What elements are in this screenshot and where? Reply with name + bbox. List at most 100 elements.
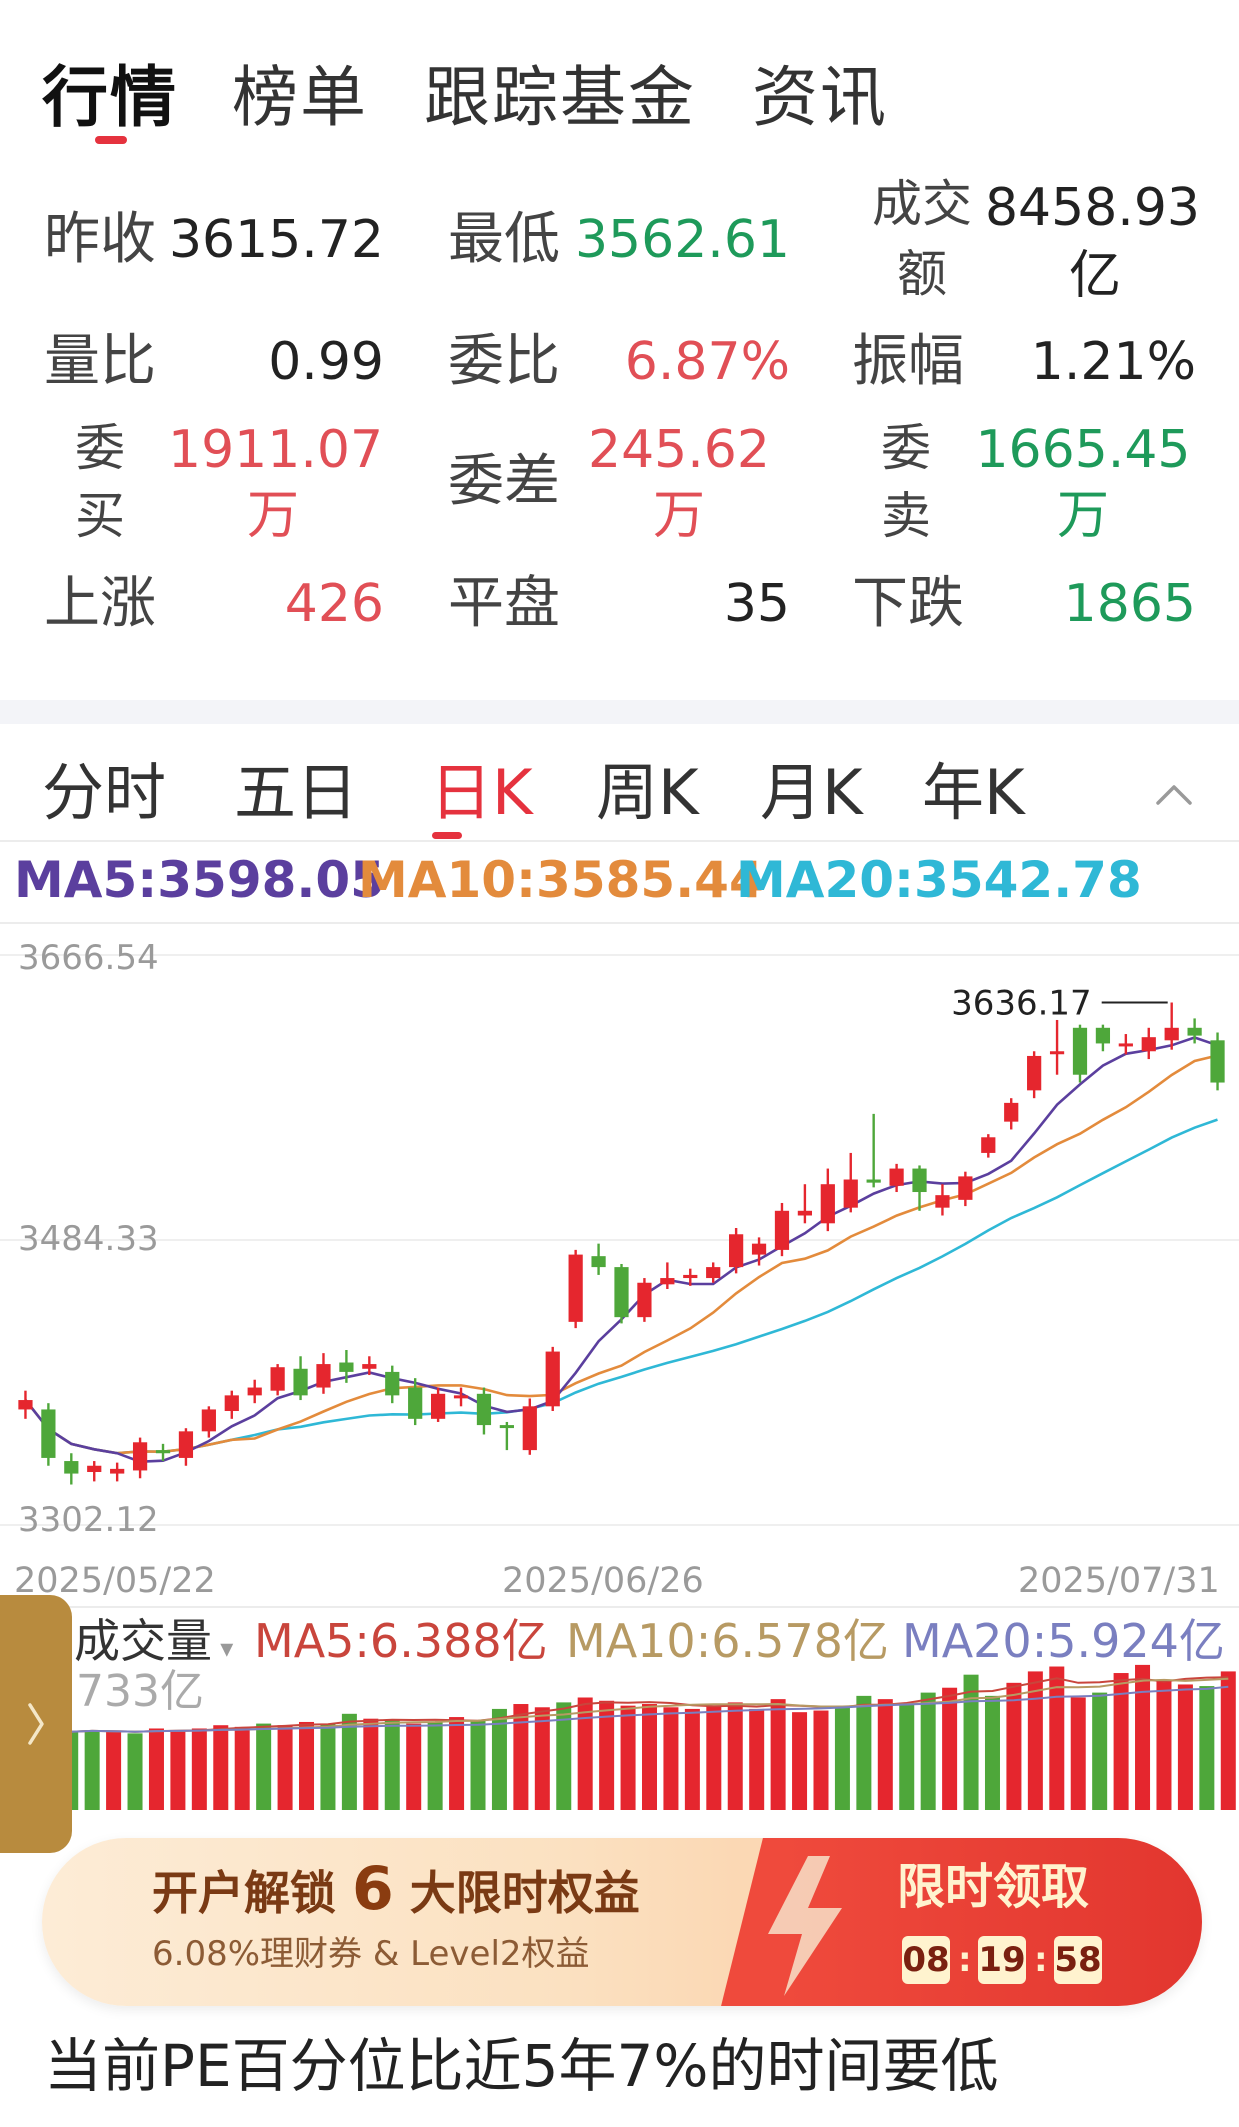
candle-body <box>1164 1027 1179 1041</box>
candle-body <box>729 1234 744 1268</box>
tab-monthly-k[interactable]: 月K <box>760 755 863 831</box>
ask-value: 1665.45 <box>975 420 1191 480</box>
tab-weekly-k[interactable]: 周K <box>596 755 699 831</box>
tab-yearly-k[interactable]: 年K <box>922 755 1025 831</box>
tab-active-indicator <box>95 136 127 144</box>
volume-bar <box>942 1687 958 1810</box>
candle-body <box>87 1465 102 1473</box>
volume-ma20: MA20:5.924亿 <box>902 1614 1225 1668</box>
bid-label-bottom: 买 <box>75 487 125 545</box>
promo-banner[interactable]: 开户解锁 6 大限时权益 6.08%理财券 & Level2权益 限时领取 08… <box>42 1838 1202 2006</box>
volume-bar <box>856 1695 872 1810</box>
candle-body <box>935 1195 950 1208</box>
volume-ratio-label: 量比 <box>44 329 156 394</box>
chart-tabs-divider <box>0 840 1239 842</box>
candle-body <box>981 1137 996 1153</box>
candle-body <box>178 1431 194 1458</box>
volume-bar <box>127 1733 143 1810</box>
high-marker-label: 3636.17 <box>951 984 1092 1024</box>
candle-body <box>614 1267 629 1318</box>
tab-intraday[interactable]: 分时 <box>42 755 166 831</box>
candle-body <box>545 1351 560 1407</box>
candle-body <box>18 1400 33 1410</box>
volume-bar <box>106 1731 122 1810</box>
price-axis-bottom: 3302.12 <box>18 1500 159 1540</box>
candle-body <box>201 1409 216 1432</box>
candle-body <box>958 1176 973 1200</box>
candle-body <box>64 1461 79 1474</box>
ma5-legend: MA5:3598.05 <box>14 851 385 909</box>
volume-bar <box>170 1730 186 1810</box>
volume-bar <box>577 1697 593 1810</box>
legend-divider <box>0 922 1239 924</box>
tab-five-day[interactable]: 五日 <box>234 755 358 831</box>
volume-bar <box>770 1699 786 1810</box>
candle-body <box>866 1179 881 1183</box>
up-count: 426 <box>284 574 384 634</box>
candle-body <box>568 1254 583 1322</box>
candle-body <box>1187 1027 1202 1036</box>
candle-body <box>1141 1037 1156 1052</box>
lightning-icon <box>768 1856 842 1996</box>
candle-body <box>453 1395 469 1399</box>
down-label: 下跌 <box>852 571 964 636</box>
candle-body <box>1210 1040 1225 1083</box>
commission-ratio-value: 6.87% <box>624 332 790 392</box>
volume-bar <box>534 1707 550 1810</box>
timer-colon: : <box>1034 1940 1048 1980</box>
diff-unit: 万 <box>652 486 705 546</box>
turnover-value: 8458.93 <box>984 178 1200 238</box>
volume-bar <box>299 1721 315 1810</box>
candlestick-chart[interactable]: 3636.17 <box>0 930 1239 1550</box>
tab-ranking[interactable]: 榜单 <box>232 58 368 138</box>
diff-value: 245.62 <box>588 420 770 480</box>
tab-tracking-funds[interactable]: 跟踪基金 <box>424 58 696 138</box>
tab-daily-k[interactable]: 日K <box>430 755 533 831</box>
banner-title-suffix: 大限时权益 <box>409 1866 640 1920</box>
down-count: 1865 <box>1063 574 1196 634</box>
candle-body <box>41 1409 56 1458</box>
candle-body <box>843 1179 858 1208</box>
ma10-line <box>24 1054 1218 1455</box>
tab-daily-k-indicator <box>432 832 462 839</box>
volume-bar <box>620 1705 636 1810</box>
candle-body <box>247 1387 262 1396</box>
volume-bar <box>984 1695 1000 1810</box>
candle-body <box>889 1168 904 1186</box>
ma10-legend: MA10:3585.44 <box>358 851 764 909</box>
volume-bar <box>427 1721 443 1810</box>
candle-body <box>155 1450 171 1454</box>
dropdown-caret-icon: ▾ <box>212 1634 234 1664</box>
amplitude-value: 1.21% <box>1030 332 1196 392</box>
volume-bar <box>234 1726 250 1810</box>
volume-bar <box>1156 1679 1172 1810</box>
volume-divider <box>0 1606 1239 1608</box>
date-axis-mid: 2025/06/26 <box>502 1561 704 1601</box>
chevron-up-icon[interactable] <box>1150 775 1198 815</box>
ask-unit: 万 <box>1056 486 1109 546</box>
pe-percentile-headline[interactable]: 当前PE百分位比近5年7%的时间要低 <box>44 2028 999 2104</box>
volume-bar <box>363 1718 379 1810</box>
volume-ma10: MA10:6.578亿 <box>566 1614 889 1668</box>
candle-body <box>706 1267 721 1279</box>
volume-bar <box>1199 1686 1215 1810</box>
turnover-unit: 亿 <box>1068 246 1121 306</box>
ask-label-top: 委 <box>881 419 931 477</box>
price-axis-mid: 3484.33 <box>18 1219 159 1259</box>
tab-news[interactable]: 资讯 <box>752 58 888 138</box>
volume-bar <box>1220 1671 1236 1810</box>
volume-bar <box>277 1725 293 1810</box>
candle-body <box>224 1395 239 1412</box>
candle-body <box>1027 1055 1042 1091</box>
tab-market[interactable]: 行情 <box>42 58 178 138</box>
candle-body <box>430 1393 446 1419</box>
volume-bar <box>406 1723 422 1810</box>
claim-now-button[interactable]: 限时领取 <box>897 1856 1089 1918</box>
side-expand-handle[interactable] <box>0 1595 72 1853</box>
volume-bar <box>191 1728 207 1810</box>
up-label: 上涨 <box>44 571 156 636</box>
bid-value: 1911.07 <box>168 420 384 480</box>
volume-bar <box>706 1705 722 1810</box>
candle-body <box>316 1364 331 1388</box>
volume-bar <box>320 1723 336 1810</box>
